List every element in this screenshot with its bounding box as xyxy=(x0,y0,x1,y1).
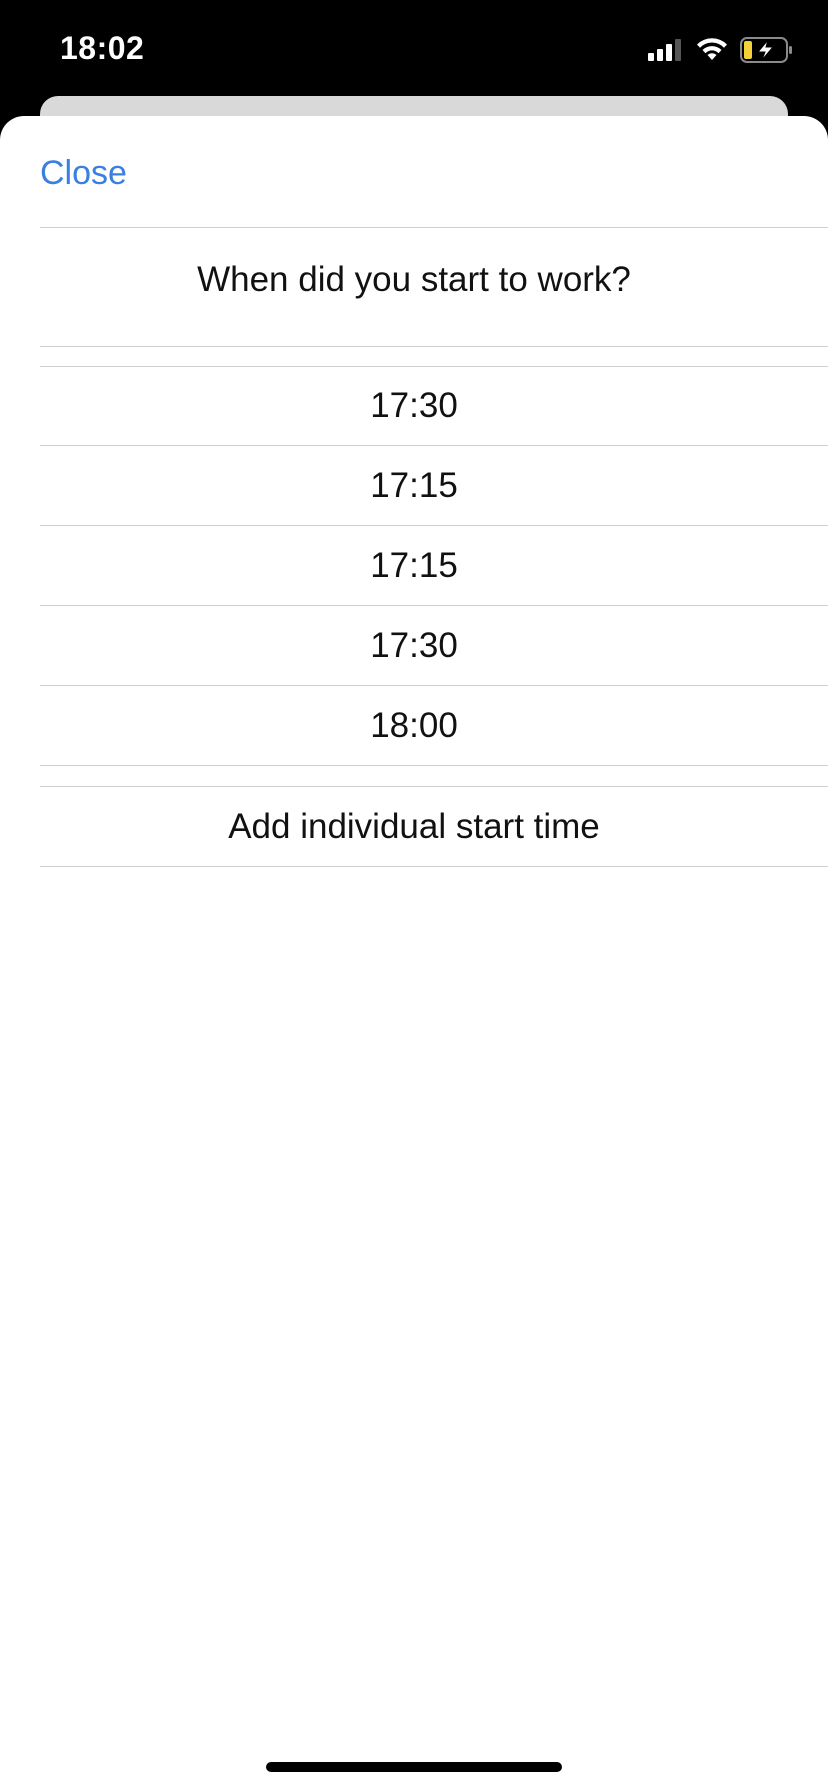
time-option[interactable]: 17:30 xyxy=(40,606,828,686)
wifi-icon xyxy=(697,38,727,60)
home-indicator xyxy=(266,1762,562,1772)
time-option[interactable]: 17:30 xyxy=(40,366,828,446)
question-title: When did you start to work? xyxy=(197,260,631,299)
status-bar: 18:02 xyxy=(0,0,828,100)
time-option[interactable]: 18:00 xyxy=(40,686,828,766)
status-icons xyxy=(648,36,794,64)
status-time: 18:02 xyxy=(60,30,145,66)
time-option[interactable]: 17:15 xyxy=(40,446,828,526)
battery-charging-icon xyxy=(740,37,792,63)
close-button[interactable]: Close xyxy=(40,154,127,193)
time-options-list: 17:30 17:15 17:15 17:30 18:00 xyxy=(40,366,828,766)
divider xyxy=(40,346,828,347)
time-option[interactable]: 17:15 xyxy=(40,526,828,606)
modal-sheet: Close When did you start to work? 17:30 … xyxy=(0,116,828,1792)
add-individual-start-time-button[interactable]: Add individual start time xyxy=(40,786,828,867)
cellular-signal-icon xyxy=(648,39,681,61)
